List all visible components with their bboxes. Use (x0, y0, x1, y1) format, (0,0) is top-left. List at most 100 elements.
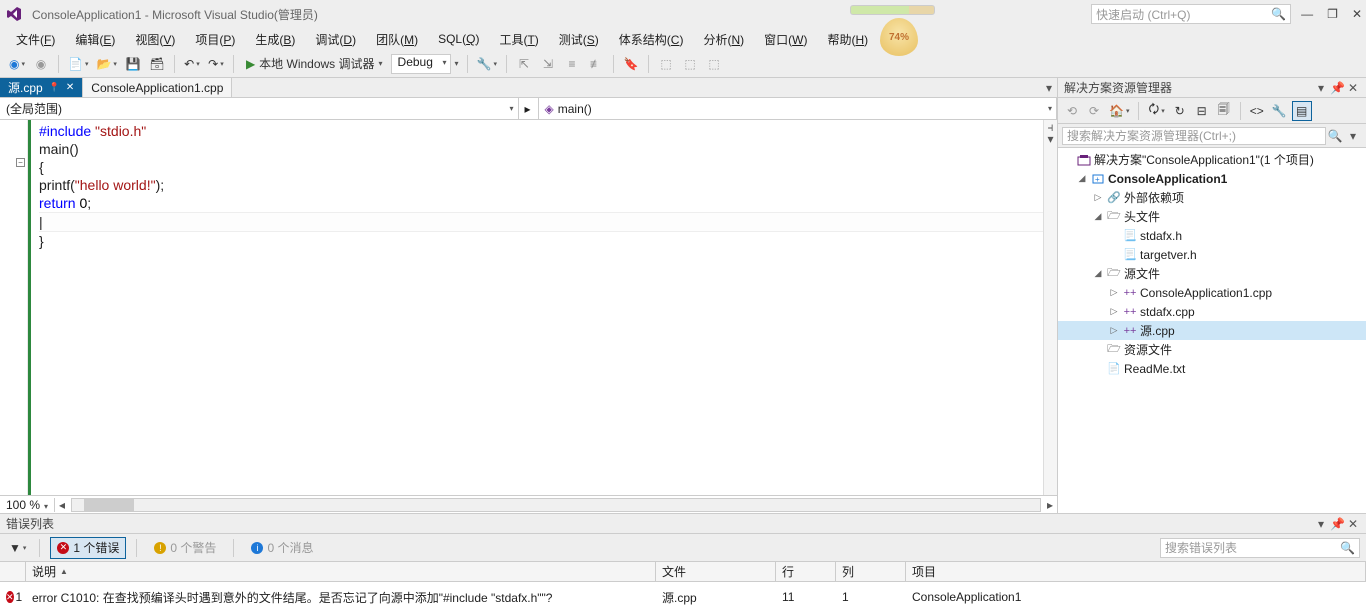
panel-menu-button[interactable]: ▾ (1314, 81, 1328, 95)
menu-item[interactable]: 生成(B) (245, 29, 305, 50)
step-over-button[interactable]: ⇲ (537, 53, 559, 75)
menu-item[interactable]: 体系结构(C) (609, 29, 694, 50)
forward-button[interactable]: ◉ (30, 53, 52, 75)
search-icon[interactable]: 🔍 (1326, 129, 1344, 143)
tb-btn-c[interactable]: ⬚ (703, 53, 725, 75)
tree-row[interactable]: 🗁资源文件 (1058, 340, 1366, 359)
tabs-dropdown-button[interactable]: ▾ (1041, 78, 1057, 97)
expand-icon[interactable]: ▷ (1092, 192, 1104, 203)
collapse-icon[interactable]: ⊟ (1192, 101, 1212, 121)
zoom-combo[interactable]: 100 % (0, 498, 55, 512)
menu-item[interactable]: 文件(F) (6, 29, 65, 50)
menu-item[interactable]: 项目(P) (185, 29, 245, 50)
expand-icon[interactable]: ◢ (1076, 173, 1088, 184)
tree-row[interactable]: ▷++ConsoleApplication1.cpp (1058, 283, 1366, 302)
menu-item[interactable]: 编辑(E) (65, 29, 125, 50)
preview-icon[interactable]: ▤ (1292, 101, 1312, 121)
tree-row[interactable]: 解决方案"ConsoleApplication1"(1 个项目) (1058, 150, 1366, 169)
tree-row[interactable]: ◢🗁头文件 (1058, 207, 1366, 226)
properties-icon[interactable]: 🔧 (1269, 101, 1290, 121)
solution-tree[interactable]: 解决方案"ConsoleApplication1"(1 个项目)◢+Consol… (1058, 148, 1366, 513)
refresh-icon[interactable]: ↻ (1170, 101, 1190, 121)
uncomment-button[interactable]: ≢ (585, 53, 607, 75)
col-icon[interactable] (0, 562, 26, 581)
open-file-button[interactable]: 📂 (93, 53, 119, 75)
menu-item[interactable]: 帮助(H) (817, 29, 878, 50)
minimize-button[interactable]: — (1301, 7, 1313, 21)
scope-combo[interactable]: (全局范围) (0, 98, 519, 119)
pin-icon[interactable]: 📌 (1330, 81, 1344, 95)
menu-item[interactable]: SQL(Q) (428, 30, 489, 48)
find-button[interactable]: 🔧 (474, 53, 500, 75)
member-combo[interactable]: ◈main() (539, 98, 1058, 119)
messages-filter[interactable]: i0 个消息 (244, 537, 320, 559)
scroll-left-button[interactable]: ◂ (55, 498, 69, 512)
tree-row[interactable]: 📄ReadMe.txt (1058, 359, 1366, 378)
back-nav-icon[interactable]: ⟲ (1062, 101, 1082, 121)
overview-ruler[interactable]: ⫞ ▾ (1043, 120, 1057, 495)
undo-button[interactable]: ↶ (181, 53, 203, 75)
code-icon[interactable]: <> (1247, 101, 1267, 121)
menu-item[interactable]: 团队(M) (366, 29, 428, 50)
close-icon[interactable]: ✕ (66, 82, 74, 93)
tree-row[interactable]: ◢🗁源文件 (1058, 264, 1366, 283)
panel-menu-button[interactable]: ▾ (1314, 517, 1328, 531)
new-project-button[interactable]: 📄 (65, 53, 91, 75)
quick-launch-input[interactable]: 快速启动 (Ctrl+Q) 🔍 (1091, 4, 1291, 24)
maximize-button[interactable]: ❐ (1327, 7, 1338, 21)
pin-icon[interactable]: 📍 (49, 82, 60, 93)
warnings-filter[interactable]: !0 个警告 (147, 537, 223, 559)
col-file[interactable]: 文件 (656, 562, 776, 581)
filter-button[interactable]: ▼ (6, 537, 29, 559)
editor-tab[interactable]: ConsoleApplication1.cpp (83, 78, 232, 97)
show-all-icon[interactable]: 🗐 (1214, 101, 1234, 121)
col-project[interactable]: 项目 (906, 562, 1366, 581)
error-row[interactable]: ✕1error C1010: 在查找预编译头时遇到意外的文件结尾。是否忘记了向源… (0, 582, 1366, 612)
expand-icon[interactable]: ◢ (1092, 211, 1104, 222)
search-options-button[interactable]: ▾ (1344, 129, 1362, 143)
step-into-button[interactable]: ⇱ (513, 53, 535, 75)
expand-icon[interactable]: ▷ (1108, 287, 1120, 298)
home-icon[interactable]: 🏠 (1106, 101, 1132, 121)
tree-row[interactable]: 📃stdafx.h (1058, 226, 1366, 245)
menu-item[interactable]: 窗口(W) (754, 29, 817, 50)
back-button[interactable]: ◉ (6, 53, 28, 75)
solution-search-input[interactable]: 搜索解决方案资源管理器(Ctrl+;) (1062, 127, 1326, 145)
expand-icon[interactable]: ▷ (1108, 325, 1120, 336)
expand-icon[interactable]: ▷ (1108, 306, 1120, 317)
code-editor[interactable]: − #include "stdio.h"main(){printf("hello… (0, 120, 1057, 495)
editor-tab[interactable]: 源.cpp📍✕ (0, 78, 83, 97)
pin-icon[interactable]: 📌 (1330, 517, 1344, 531)
fold-button[interactable]: − (16, 158, 25, 167)
menu-item[interactable]: 调试(D) (305, 29, 366, 50)
col-line[interactable]: 行 (776, 562, 836, 581)
tree-row[interactable]: ◢+ConsoleApplication1 (1058, 169, 1366, 188)
comment-button[interactable]: ≡ (561, 53, 583, 75)
errors-filter[interactable]: ✕1 个错误 (50, 537, 126, 559)
expand-icon[interactable]: ◢ (1092, 268, 1104, 279)
menu-item[interactable]: 分析(N) (693, 29, 754, 50)
close-button[interactable]: ✕ (1352, 7, 1362, 21)
fwd-nav-icon[interactable]: ⟳ (1084, 101, 1104, 121)
sync-icon[interactable]: 🗘 (1145, 101, 1167, 121)
tree-row[interactable]: ▷++源.cpp (1058, 321, 1366, 340)
col-column[interactable]: 列 (836, 562, 906, 581)
save-all-button[interactable]: 🗃 (146, 53, 168, 75)
tree-row[interactable]: 📃targetver.h (1058, 245, 1366, 264)
menu-item[interactable]: 视图(V) (125, 29, 185, 50)
tb-btn-a[interactable]: ⬚ (655, 53, 677, 75)
menu-item[interactable]: 测试(S) (549, 29, 609, 50)
tb-btn-b[interactable]: ⬚ (679, 53, 701, 75)
col-description[interactable]: 说明▲ (26, 562, 656, 581)
tree-row[interactable]: ▷++stdafx.cpp (1058, 302, 1366, 321)
panel-close-button[interactable]: ✕ (1346, 517, 1360, 531)
redo-button[interactable]: ↷ (205, 53, 227, 75)
config-combo[interactable]: Debug (391, 54, 451, 74)
start-debug-button[interactable]: ▶ 本地 Windows 调试器 ▾ (240, 53, 389, 75)
bookmark-button[interactable]: 🔖 (620, 53, 642, 75)
scroll-right-button[interactable]: ▸ (1043, 498, 1057, 512)
panel-close-button[interactable]: ✕ (1346, 81, 1360, 95)
save-button[interactable]: 💾 (122, 53, 144, 75)
tree-row[interactable]: ▷🔗外部依赖项 (1058, 188, 1366, 207)
horizontal-scrollbar[interactable] (71, 498, 1041, 512)
